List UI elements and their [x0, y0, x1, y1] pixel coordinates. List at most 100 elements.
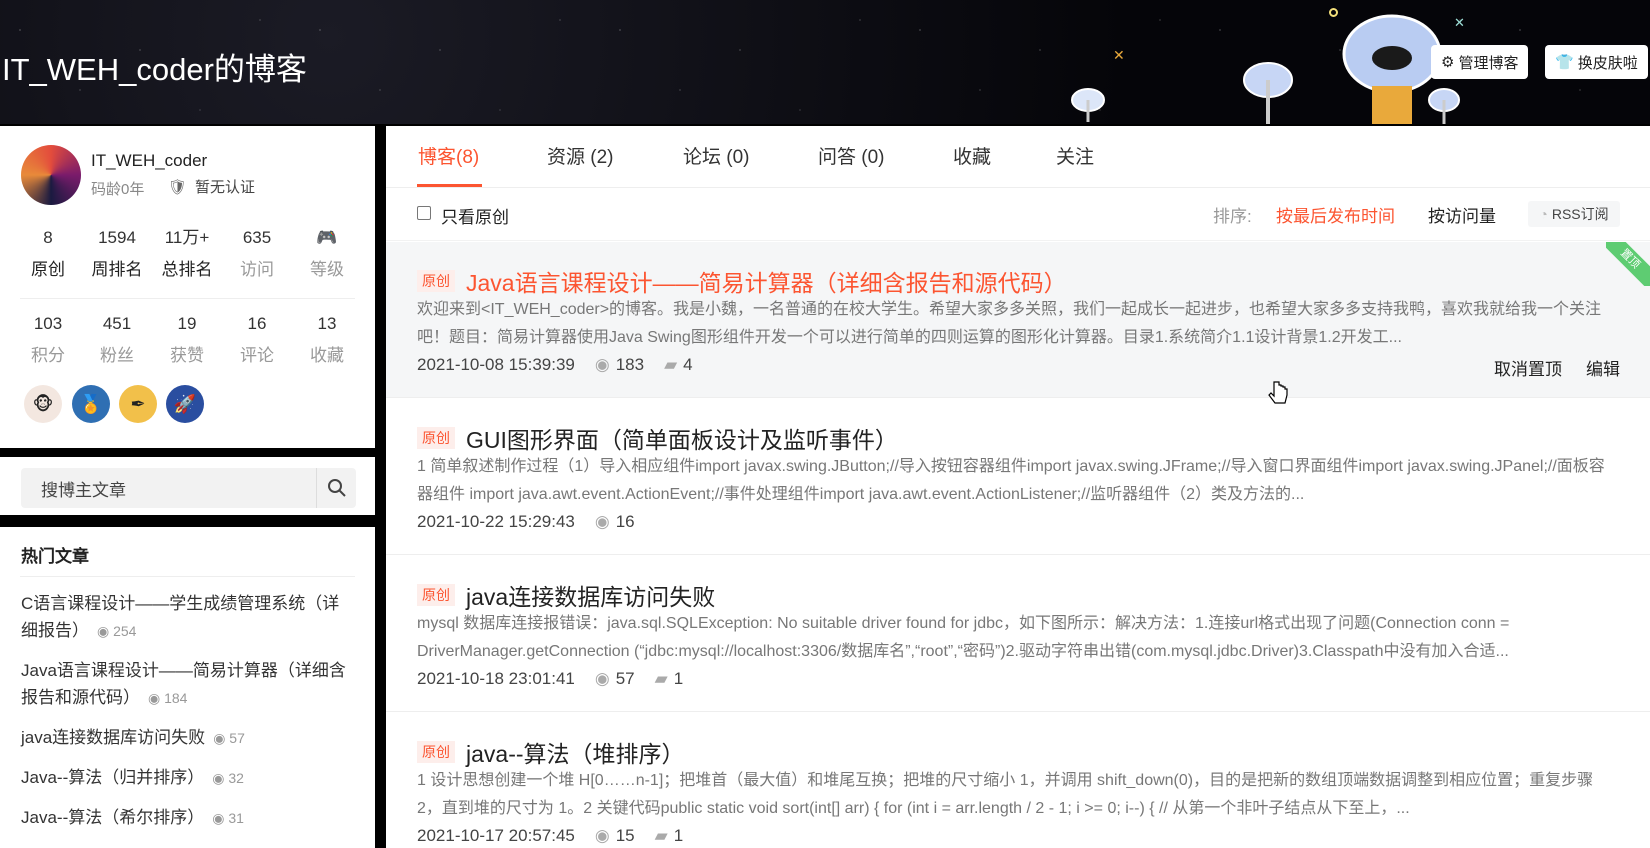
article-title[interactable]: java--算法（堆排序）: [466, 735, 685, 769]
view-count: 15: [615, 826, 635, 845]
profile-username[interactable]: IT_WEH_coder: [91, 151, 207, 171]
view-count: ◉ 57: [213, 730, 245, 746]
star-cross-decoration: ✕: [1113, 48, 1125, 64]
star-circle-decoration: [1329, 8, 1338, 17]
eye-icon: ◉: [594, 826, 610, 845]
article-meta: 2021-10-18 23:01:41 ◉ 57 ▰ 1: [417, 669, 683, 689]
article-actions: 取消置顶 编辑: [1494, 355, 1620, 380]
sort-label: 排序:: [1213, 207, 1252, 226]
pen-badge-icon[interactable]: ✒: [119, 385, 157, 423]
divider: [20, 576, 355, 577]
search-input[interactable]: 搜博主文章: [21, 468, 356, 508]
original-tag: 原创: [417, 584, 455, 606]
article-item[interactable]: 原创 java连接数据库访问失败 mysql 数据库连接报错误：java.sql…: [386, 556, 1650, 712]
stat-weekly-rank[interactable]: 1594 周排名: [82, 225, 152, 280]
rookie-badge-icon[interactable]: 🏅: [72, 385, 110, 423]
avatar[interactable]: [21, 145, 81, 205]
comment-count: 1: [673, 826, 684, 845]
stat-original[interactable]: 8 原创: [13, 225, 83, 280]
rss-icon: ◔: [1539, 206, 1548, 222]
stat-points[interactable]: 103 积分: [13, 311, 83, 366]
search-icon: [327, 479, 346, 497]
comment-icon: ▰: [664, 355, 678, 374]
article-title[interactable]: Java语言课程设计——简易计算器（详细含报告和源代码）: [466, 264, 1067, 298]
stat-likes[interactable]: 19 获赞: [152, 311, 222, 366]
tab-following[interactable]: 关注: [1056, 142, 1094, 169]
hot-article-item[interactable]: java连接数据库访问失败 ◉ 57: [21, 724, 356, 752]
change-skin-button[interactable]: 👕 换皮肤啦: [1545, 45, 1648, 79]
comment-count: 1: [673, 669, 684, 688]
article-date: 2021-10-08 15:39:39: [417, 355, 575, 374]
stat-favorites[interactable]: 13 收藏: [292, 311, 362, 366]
article-item[interactable]: 原创 GUI图形界面（简单面板设计及监听事件） 1 简单叙述制作过程（1）导入相…: [386, 399, 1650, 555]
eye-icon: ◉: [594, 669, 610, 688]
rocket-badge-icon[interactable]: 🚀: [166, 385, 204, 423]
original-tag: 原创: [417, 741, 455, 763]
view-count: ◉ 31: [212, 810, 244, 826]
stat-visits[interactable]: 635 访问: [222, 225, 292, 280]
article-title[interactable]: GUI图形界面（简单面板设计及监听事件）: [466, 421, 898, 455]
article-summary: 欢迎来到<IT_WEH_coder>的博客。我是小魏，一名普通的在校大学生。希望…: [417, 301, 1602, 346]
shirt-icon: 👕: [1555, 54, 1574, 71]
article-item[interactable]: 置顶 原创 Java语言课程设计——简易计算器（详细含报告和源代码） 欢迎来到<…: [386, 242, 1650, 398]
sort-by-views[interactable]: 按访问量: [1428, 202, 1496, 227]
article-item[interactable]: 原创 java--算法（堆排序） 1 设计思想创建一个堆 H[0……n-1]；把…: [386, 713, 1650, 848]
pinned-ribbon: 置顶: [1606, 242, 1650, 286]
code-age: 码龄0年: [91, 181, 145, 198]
view-count: ◉ 32: [212, 770, 244, 786]
article-meta: 2021-10-17 20:57:45 ◉ 15 ▰ 1: [417, 826, 683, 846]
article-summary: mysql 数据库连接报错误：java.sql.SQLException: No…: [417, 615, 1510, 660]
stat-total-rank[interactable]: 11万+ 总排名: [152, 225, 222, 280]
tab-favorites[interactable]: 收藏: [953, 142, 991, 169]
tab-qa[interactable]: 问答 (0): [818, 142, 885, 169]
shield-icon: 🛡: [168, 178, 188, 196]
blog-title[interactable]: IT_WEH_coder的博客: [2, 44, 307, 89]
article-summary: 1 设计思想创建一个堆 H[0……n-1]；把堆首（最大值）和堆尾互换；把堆的尺…: [417, 772, 1594, 817]
edit-button[interactable]: 编辑: [1586, 355, 1620, 380]
article-date: 2021-10-18 23:01:41: [417, 669, 575, 688]
hot-article-item[interactable]: Java语言课程设计——简易计算器（详细含报告和源代码） ◉ 184: [21, 657, 356, 712]
active-tab-indicator: [417, 184, 482, 187]
view-count: 16: [615, 512, 635, 531]
main-content: 博客(8) 资源 (2) 论坛 (0) 问答 (0) 收藏 关注 只看原创 排序…: [386, 126, 1650, 848]
article-date: 2021-10-17 20:57:45: [417, 826, 575, 845]
hot-article-item[interactable]: Java--算法（希尔排序） ◉ 31: [21, 804, 356, 832]
view-count: 183: [615, 355, 645, 374]
view-count: ◉ 254: [97, 623, 137, 639]
only-original-label[interactable]: 只看原创: [441, 203, 509, 228]
hot-articles-title: 热门文章: [21, 547, 89, 566]
only-original-checkbox[interactable]: [417, 206, 431, 220]
hand-cursor-icon: [1268, 381, 1288, 404]
tab-forum[interactable]: 论坛 (0): [683, 142, 750, 169]
article-summary: 1 简单叙述制作过程（1）导入相应组件import javax.swing.JB…: [417, 458, 1605, 503]
satellite-dish-decoration: [1071, 88, 1105, 122]
eye-icon: ◉: [594, 512, 610, 531]
blog-banner: IT_WEH_coder的博客 ✕ ✕ ⚙ 管理博客 👕 换皮肤啦: [0, 0, 1650, 124]
tab-blog[interactable]: 博客(8): [418, 142, 479, 169]
article-meta: 2021-10-08 15:39:39 ◉ 183 ▰ 4: [417, 355, 693, 375]
manage-blog-button[interactable]: ⚙ 管理博客: [1431, 45, 1529, 79]
stat-fans[interactable]: 451 粉丝: [82, 311, 152, 366]
article-date: 2021-10-22 15:29:43: [417, 512, 575, 531]
original-tag: 原创: [417, 427, 455, 449]
eye-icon: ◉: [594, 355, 610, 374]
divider: [20, 298, 355, 299]
content-tabs: 博客(8) 资源 (2) 论坛 (0) 问答 (0) 收藏 关注: [386, 126, 1650, 188]
satellite-dish-decoration: [1428, 88, 1460, 124]
monkey-badge-icon[interactable]: 🐵: [24, 385, 62, 423]
sort-by-time[interactable]: 按最后发布时间: [1276, 202, 1395, 227]
comment-icon: ▰: [654, 826, 668, 845]
unpin-button[interactable]: 取消置顶: [1494, 355, 1562, 380]
article-title[interactable]: java连接数据库访问失败: [466, 578, 715, 612]
certification-status: 🛡 暂无认证: [168, 178, 256, 197]
hot-article-item[interactable]: Java--算法（归并排序） ◉ 32: [21, 764, 356, 792]
view-count: ◉ 184: [148, 690, 188, 706]
search-button[interactable]: [316, 468, 356, 508]
comment-count: 4: [683, 355, 693, 374]
comment-icon: ▰: [654, 669, 668, 688]
hot-article-item[interactable]: C语言课程设计——学生成绩管理系统（详细报告） ◉ 254: [21, 590, 356, 645]
stat-level[interactable]: 🎮 等级: [292, 225, 362, 280]
tab-resources[interactable]: 资源 (2): [547, 142, 614, 169]
stat-comments[interactable]: 16 评论: [222, 311, 292, 366]
rss-subscribe-button[interactable]: ◔ RSS订阅: [1528, 201, 1620, 227]
